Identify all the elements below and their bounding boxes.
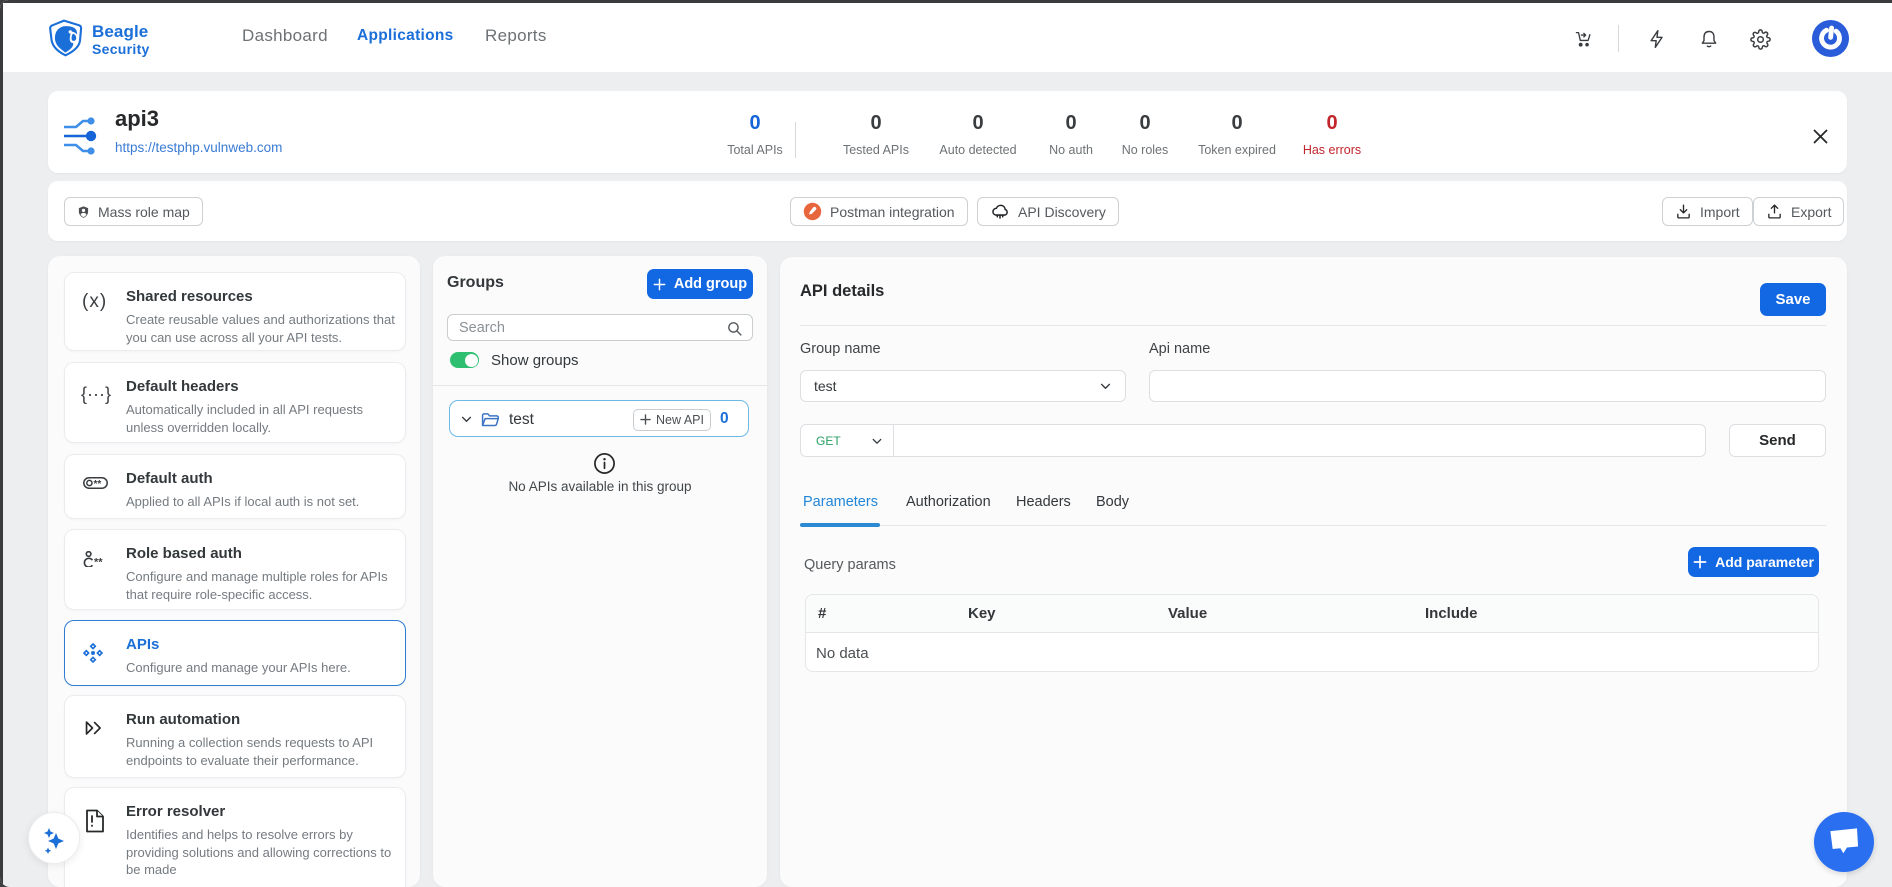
svg-text:**: **	[94, 557, 103, 568]
svg-text:**: **	[94, 479, 102, 489]
